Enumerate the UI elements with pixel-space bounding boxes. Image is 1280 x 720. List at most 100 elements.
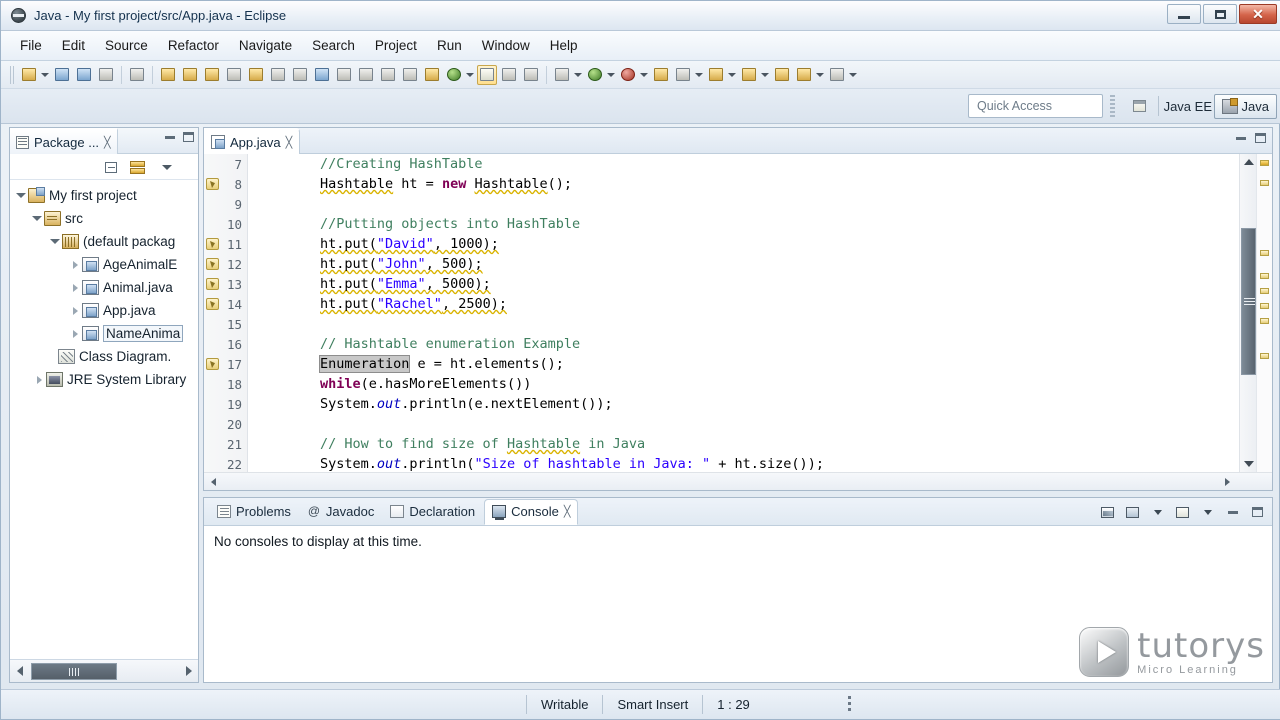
overview-marker[interactable] bbox=[1260, 318, 1269, 324]
maximize-editor-button[interactable] bbox=[1255, 133, 1266, 143]
tree-item-jre-system-library[interactable]: JRE System Library bbox=[10, 368, 198, 391]
external-tools-icon[interactable] bbox=[224, 65, 244, 85]
skip-breakpoints-icon[interactable] bbox=[378, 65, 398, 85]
overview-marker[interactable] bbox=[1260, 160, 1269, 166]
tree-item-src[interactable]: src bbox=[10, 207, 198, 230]
menu-project[interactable]: Project bbox=[366, 35, 426, 56]
last-edit-location-icon[interactable] bbox=[268, 65, 288, 85]
save-icon[interactable] bbox=[52, 65, 72, 85]
twisty-icon[interactable] bbox=[68, 330, 82, 338]
tree-item-ageanimal[interactable]: AgeAnimalE bbox=[10, 253, 198, 276]
menu-file[interactable]: File bbox=[11, 35, 51, 56]
save-all-icon[interactable] bbox=[74, 65, 94, 85]
scroll-right-icon[interactable] bbox=[179, 661, 198, 682]
menu-source[interactable]: Source bbox=[96, 35, 157, 56]
minimize-view-button[interactable] bbox=[1224, 504, 1241, 520]
maximize-view-button[interactable] bbox=[183, 132, 194, 142]
open-perspective-icon[interactable] bbox=[1129, 96, 1149, 116]
quick-access-input[interactable]: Quick Access bbox=[968, 94, 1103, 118]
tab-package-explorer[interactable]: Package ... ╳ bbox=[10, 128, 118, 154]
vscroll-thumb[interactable] bbox=[1241, 228, 1256, 375]
previous-edit-icon[interactable] bbox=[739, 65, 759, 85]
twisty-icon[interactable] bbox=[68, 284, 82, 292]
previous-edit-dropdown[interactable] bbox=[760, 67, 769, 83]
twisty-icon[interactable] bbox=[30, 216, 44, 221]
twisty-icon[interactable] bbox=[14, 193, 28, 198]
new-wizard-dropdown[interactable] bbox=[40, 67, 49, 83]
new-console-view-icon[interactable] bbox=[1174, 504, 1191, 520]
print-icon[interactable] bbox=[96, 65, 116, 85]
new-java-class-icon[interactable] bbox=[651, 65, 671, 85]
toolbar-grip[interactable] bbox=[10, 65, 15, 84]
close-icon[interactable]: ╳ bbox=[104, 136, 111, 149]
overview-marker[interactable] bbox=[1260, 303, 1269, 309]
display-console-dropdown[interactable] bbox=[1149, 504, 1166, 520]
toggle-breadcrumb-icon[interactable] bbox=[477, 64, 497, 85]
close-button[interactable]: ✕ bbox=[1239, 4, 1277, 24]
open-type-icon[interactable] bbox=[158, 65, 178, 85]
close-icon[interactable]: ╳ bbox=[286, 136, 293, 149]
coverage-icon[interactable] bbox=[618, 65, 638, 85]
warning-marker-icon[interactable] bbox=[206, 178, 219, 190]
scroll-left-icon[interactable] bbox=[204, 474, 222, 490]
search-icon[interactable] bbox=[246, 65, 266, 85]
minimize-button[interactable] bbox=[1167, 4, 1201, 24]
previous-annotation-icon[interactable] bbox=[312, 65, 332, 85]
warning-marker-icon[interactable] bbox=[206, 298, 219, 310]
toggle-mark-occurrences-icon[interactable] bbox=[127, 65, 147, 85]
twisty-icon[interactable] bbox=[32, 376, 46, 384]
forward-icon[interactable] bbox=[356, 65, 376, 85]
twisty-icon[interactable] bbox=[68, 307, 82, 315]
display-selected-console-icon[interactable] bbox=[1124, 504, 1141, 520]
menu-search[interactable]: Search bbox=[303, 35, 364, 56]
minimize-editor-button[interactable] bbox=[1236, 136, 1246, 140]
forward-history-dropdown[interactable] bbox=[815, 67, 824, 83]
menu-run[interactable]: Run bbox=[428, 35, 471, 56]
view-menu-icon[interactable] bbox=[158, 158, 176, 176]
tree-item-my-first-project[interactable]: My first project bbox=[10, 184, 198, 207]
tree-item-app-java[interactable]: App.java bbox=[10, 299, 198, 322]
next-edit-icon[interactable] bbox=[827, 65, 847, 85]
menu-refactor[interactable]: Refactor bbox=[159, 35, 228, 56]
menu-window[interactable]: Window bbox=[473, 35, 539, 56]
new-java-project-icon[interactable] bbox=[180, 65, 200, 85]
editor-hscrollbar[interactable] bbox=[204, 472, 1272, 490]
overview-marker[interactable] bbox=[1260, 288, 1269, 294]
minimize-view-button[interactable] bbox=[165, 135, 175, 139]
menu-help[interactable]: Help bbox=[541, 35, 587, 56]
scroll-right-icon[interactable] bbox=[1218, 474, 1236, 490]
collapse-all-icon[interactable] bbox=[102, 158, 120, 176]
warning-marker-icon[interactable] bbox=[206, 358, 219, 370]
tab-problems[interactable]: Problems bbox=[210, 499, 298, 525]
next-annotation-icon[interactable] bbox=[290, 65, 310, 85]
editor-vscrollbar[interactable] bbox=[1239, 154, 1256, 472]
overview-marker[interactable] bbox=[1260, 180, 1269, 186]
open-perspective-icon[interactable] bbox=[422, 65, 442, 85]
tree-item-animal-java[interactable]: Animal.java bbox=[10, 276, 198, 299]
tree-item-nameanimal[interactable]: NameAnima bbox=[10, 322, 198, 345]
twisty-icon[interactable] bbox=[48, 239, 62, 244]
debug-dropdown[interactable] bbox=[573, 67, 582, 83]
status-resize-handle[interactable] bbox=[847, 696, 851, 713]
refresh-icon[interactable] bbox=[444, 65, 464, 85]
open-task-dropdown[interactable] bbox=[727, 67, 736, 83]
overview-ruler[interactable] bbox=[1256, 154, 1272, 472]
source-code[interactable]: //Creating HashTable Hashtable ht = new … bbox=[256, 154, 1238, 472]
new-package-icon[interactable] bbox=[202, 65, 222, 85]
tab-javadoc[interactable]: @ Javadoc bbox=[300, 499, 381, 525]
code-area[interactable]: 7 8 9 10 11 12 13 14 15 16 17 18 19 20 2… bbox=[204, 154, 1272, 490]
pilcrow-icon[interactable] bbox=[521, 65, 541, 85]
back-icon[interactable] bbox=[334, 65, 354, 85]
show-whitespace-icon[interactable] bbox=[499, 65, 519, 85]
scroll-left-icon[interactable] bbox=[10, 661, 29, 682]
package-explorer-hscrollbar[interactable] bbox=[10, 659, 198, 682]
twisty-icon[interactable] bbox=[68, 261, 82, 269]
forward-history-icon[interactable] bbox=[794, 65, 814, 85]
back-history-icon[interactable] bbox=[772, 65, 792, 85]
hscroll-thumb[interactable] bbox=[31, 662, 117, 680]
open-task-icon[interactable] bbox=[706, 65, 726, 85]
debug-icon[interactable] bbox=[552, 65, 572, 85]
step-over-icon[interactable] bbox=[400, 65, 420, 85]
toolbar-overflow[interactable] bbox=[848, 67, 857, 83]
warning-marker-icon[interactable] bbox=[206, 258, 219, 270]
